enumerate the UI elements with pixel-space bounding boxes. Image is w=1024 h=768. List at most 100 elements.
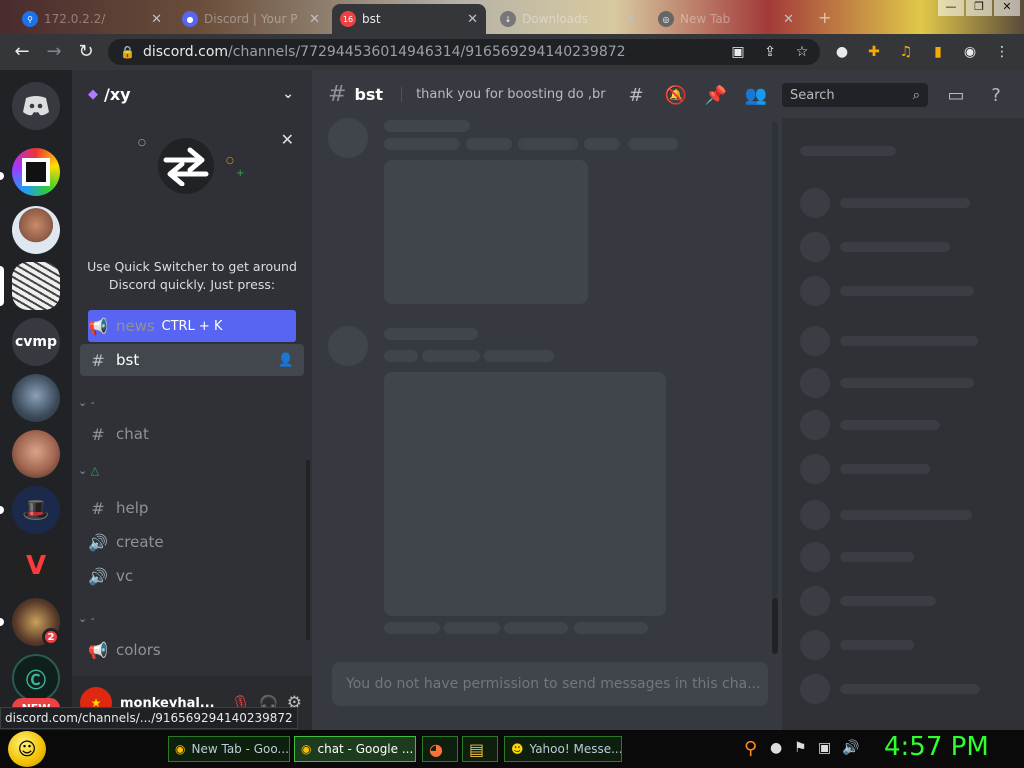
discord-icon: ● [182, 11, 198, 27]
server-icon[interactable] [12, 206, 60, 254]
browser-tab[interactable]: ⚲ 172.0.2.2/ ✕ [14, 4, 170, 34]
close-icon[interactable]: ✕ [783, 12, 794, 27]
search-input[interactable]: Search ⌕ [782, 83, 928, 107]
speaker-icon: 🔊 [88, 532, 108, 552]
category-header[interactable]: ⌄ - [78, 612, 95, 625]
browser-tab[interactable]: ◎ New Tab ✕ [650, 4, 802, 34]
guild-name: /xy [104, 84, 131, 104]
category-header[interactable]: ⌄ - [78, 396, 95, 409]
search-icon[interactable]: ⚲ [744, 738, 757, 759]
server-icon[interactable]: V [12, 542, 60, 590]
close-icon[interactable]: ✕ [467, 12, 478, 27]
server-icon[interactable]: Ⓒ [12, 654, 60, 702]
taskbar-item-folder[interactable]: ▤ [462, 736, 498, 762]
server-icon[interactable]: cvmp [12, 318, 60, 366]
forward-icon[interactable]: → [42, 40, 66, 64]
server-icon-selected[interactable] [12, 262, 60, 310]
skeleton-line [574, 622, 648, 634]
channel-bst[interactable]: # bst 👤 [80, 344, 304, 376]
channel-news[interactable]: 📢 news [80, 310, 304, 342]
side-panel-icon[interactable]: ▮ [928, 42, 948, 62]
channel-colors[interactable]: 📢 colors [80, 634, 304, 666]
browser-tab[interactable]: ● Discord | Your P ✕ [174, 4, 328, 34]
taskbar-item-new-tab[interactable]: ◉ New Tab - Goo... [168, 736, 290, 762]
discord-home-button[interactable] [12, 82, 60, 130]
folder-icon: ▤ [469, 739, 485, 759]
browser-menu-icon[interactable]: ⋮ [992, 42, 1012, 62]
server-icon[interactable] [12, 430, 60, 478]
server-icon[interactable] [12, 374, 60, 422]
blocked-popup-icon[interactable]: ▣ [728, 42, 748, 62]
address-bar[interactable]: 🔒 discord.com/channels/77294453601494631… [108, 39, 820, 65]
channel-vc[interactable]: 🔊 vc [80, 560, 304, 592]
server-icon[interactable]: 🎩 [12, 486, 60, 534]
maximize-icon[interactable]: ❐ [966, 0, 992, 16]
skeleton-line [584, 138, 620, 150]
taskbar-item-yahoo[interactable]: ☻ Yahoo! Messe... [504, 736, 622, 762]
channel-topic[interactable]: thank you for boosting do ,br [401, 86, 606, 102]
minimize-icon[interactable]: — [938, 0, 964, 16]
flag-icon[interactable]: ⚑ [794, 740, 807, 756]
server-acronym: cvmp [14, 334, 58, 350]
help-icon[interactable]: ? [984, 84, 1008, 108]
hash-icon: # [91, 424, 105, 444]
taskbar-item-chat[interactable]: ◉ chat - Google ... [294, 736, 416, 762]
close-icon[interactable]: ✕ [309, 12, 320, 27]
close-icon[interactable]: ✕ [151, 12, 162, 27]
member-list-icon[interactable]: 👥 [744, 84, 768, 108]
invite-user-icon[interactable]: 👤 [278, 353, 294, 368]
chat-scroll-track[interactable] [772, 122, 778, 654]
category-header[interactable]: ⌄ △ [78, 464, 99, 477]
channel-chat[interactable]: # chat [80, 418, 304, 450]
back-icon[interactable]: ← [10, 40, 34, 64]
c-logo-icon: Ⓒ [26, 667, 46, 692]
volume-icon[interactable]: 🔊 [842, 740, 859, 756]
notification-bell-muted-icon[interactable]: 🔕 [664, 84, 688, 108]
media-control-icon[interactable]: ♫ [896, 42, 916, 62]
skeleton-avatar [328, 326, 368, 366]
lock-icon: 🔒 [120, 45, 135, 59]
tab-label: bst [362, 12, 381, 26]
skeleton-line [840, 198, 970, 208]
profile-flag-icon[interactable]: ● [832, 42, 852, 62]
close-icon[interactable]: ✕ [625, 12, 636, 27]
chat-bubble-icon[interactable]: ● [770, 740, 782, 756]
skeleton-avatar [800, 674, 830, 704]
system-clock[interactable]: 4:57 PM [884, 732, 989, 762]
guild-header[interactable]: ◆ /xy ⌄ [72, 70, 312, 118]
chevron-down-icon[interactable]: ⌄ [282, 86, 294, 102]
sidebar-scrollbar[interactable] [306, 460, 310, 640]
announcement-icon: 📢 [88, 640, 108, 660]
map-pin-icon: ⚲ [22, 11, 38, 27]
chat-scroll-thumb[interactable] [772, 598, 778, 654]
reload-icon[interactable]: ↻ [74, 40, 98, 64]
close-icon[interactable]: ✕ [994, 0, 1020, 16]
hash-icon: # [91, 498, 105, 518]
start-smiley-icon[interactable]: ☺ [8, 731, 46, 767]
close-icon[interactable]: ✕ [281, 130, 294, 149]
browser-tab-active[interactable]: 16 bst ✕ [332, 4, 486, 34]
yahoo-messenger-icon: ☻ [511, 742, 524, 756]
skeleton-line [840, 552, 914, 562]
new-tab-icon[interactable]: + [818, 8, 831, 27]
skeleton-line [484, 350, 554, 362]
taskbar-item-firefox[interactable]: ◕ [422, 736, 458, 762]
extensions-puzzle-icon[interactable]: ✚ [864, 42, 884, 62]
pin-icon[interactable]: 📌 [704, 84, 728, 108]
channel-help[interactable]: # help [80, 492, 304, 524]
skeleton-avatar [800, 586, 830, 616]
account-avatar-icon[interactable]: ◉ [960, 42, 980, 62]
network-icon[interactable]: ▣ [818, 740, 831, 756]
bookmark-star-icon[interactable]: ☆ [792, 42, 812, 62]
skeleton-line [840, 464, 930, 474]
skeleton-avatar [800, 454, 830, 484]
server-icon[interactable] [12, 148, 60, 196]
swap-arrows-icon [158, 138, 214, 194]
share-icon[interactable]: ⇪ [760, 42, 780, 62]
skeleton-avatar [800, 500, 830, 530]
inbox-icon[interactable]: ▭ [944, 84, 968, 108]
channel-title: bst [354, 84, 384, 104]
browser-tab[interactable]: ↓ Downloads ✕ [492, 4, 644, 34]
threads-icon[interactable]: # [624, 84, 648, 108]
channel-create[interactable]: 🔊 create [80, 526, 304, 558]
